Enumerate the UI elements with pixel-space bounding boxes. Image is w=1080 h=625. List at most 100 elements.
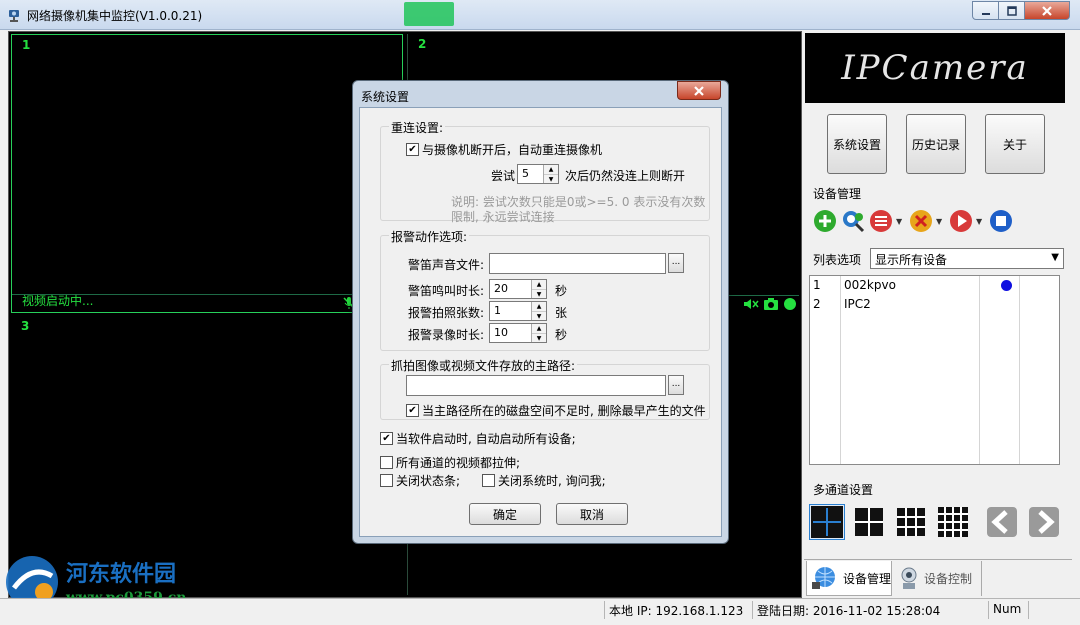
group-title: 报警动作选项: <box>389 228 470 245</box>
history-button[interactable]: 历史记录 <box>906 114 966 174</box>
about-button[interactable]: 关于 <box>985 114 1045 174</box>
spinner-arrows[interactable]: ▲ ▼ <box>531 324 546 342</box>
spin-down-icon[interactable]: ▼ <box>532 289 546 298</box>
checkbox-box[interactable]: ✔ <box>380 432 393 445</box>
alarm-record-label: 报警录像时长: <box>408 328 485 342</box>
device-name: IPC2 <box>844 297 871 311</box>
delete-device-button[interactable] <box>908 208 934 234</box>
device-row[interactable]: 2 IPC2 <box>810 295 1059 314</box>
spinner-arrows[interactable]: ▲ ▼ <box>543 165 558 183</box>
device-number: 1 <box>813 278 821 292</box>
spin-up-icon[interactable]: ▲ <box>544 165 558 174</box>
device-row[interactable]: 1 002kpvo <box>810 276 1059 295</box>
dialog-title: 系统设置 <box>361 90 410 104</box>
camera-app-icon <box>9 10 19 22</box>
layout-4x4-button[interactable] <box>935 504 971 540</box>
checkbox-label: 当软件启动时, 自动启动所有设备; <box>396 432 576 446</box>
chevron-down-icon[interactable]: ▼ <box>896 217 906 226</box>
cell-number: 2 <box>418 37 427 51</box>
edit-device-button[interactable] <box>868 208 894 234</box>
spinner-value: 10 <box>494 326 508 339</box>
alarm-photo-label: 报警拍照张数: <box>408 306 485 320</box>
close-icon <box>1042 5 1052 16</box>
start-device-button[interactable] <box>948 208 974 234</box>
sound-file-input[interactable] <box>489 253 666 274</box>
tab-device-mgmt[interactable]: 设备管理 <box>806 561 892 596</box>
spinner-value: 5 <box>522 167 529 180</box>
maximize-icon <box>1006 5 1017 16</box>
grid-2x2-icon <box>811 506 843 538</box>
checkbox-box[interactable]: ✔ <box>406 404 419 417</box>
tab-device-control[interactable]: 设备控制 <box>894 561 982 596</box>
layout-3x3-button[interactable] <box>893 504 929 540</box>
record-status-icon[interactable] <box>783 297 797 311</box>
right-panel: IPCamera 系统设置 历史记录 关于 设备管理 ▼ ▼ ▼ 列表选项 显示… <box>804 31 1072 598</box>
alarm-photo-spinner[interactable]: 1 ▲ ▼ <box>489 301 547 321</box>
stretch-all-checkbox[interactable]: 所有通道的视频都拉伸; <box>380 454 520 471</box>
spin-down-icon[interactable]: ▼ <box>532 311 546 320</box>
search-device-button[interactable] <box>840 208 866 234</box>
browse-path-button[interactable]: ... <box>668 375 684 395</box>
spinner-arrows[interactable]: ▲ ▼ <box>531 302 546 320</box>
minimize-icon <box>981 12 990 15</box>
storage-path-input[interactable] <box>406 375 666 396</box>
dialog-close-button[interactable] <box>677 81 721 100</box>
chevron-down-icon: ▼ <box>1051 252 1059 263</box>
checkbox-box[interactable] <box>482 474 495 487</box>
close-status-checkbox[interactable]: 关闭状态条; <box>380 472 460 489</box>
add-icon <box>814 210 836 232</box>
device-name: 002kpvo <box>844 278 896 292</box>
ok-button[interactable]: 确定 <box>469 503 541 525</box>
spin-down-icon[interactable]: ▼ <box>544 174 558 183</box>
alarm-record-spinner[interactable]: 10 ▲ ▼ <box>489 323 547 343</box>
system-settings-button[interactable]: 系统设置 <box>827 114 887 174</box>
local-ip: 本地 IP: 192.168.1.123 <box>604 601 752 619</box>
speaker-muted-icon[interactable] <box>743 297 759 311</box>
tab-label: 设备管理 <box>843 571 892 586</box>
video-cell-1[interactable]: 1 视频启动中... <box>11 34 403 313</box>
auto-start-all-checkbox[interactable]: ✔ 当软件启动时, 自动启动所有设备; <box>380 430 576 447</box>
cell-number: 1 <box>22 38 31 52</box>
device-list[interactable]: 1 002kpvo 2 IPC2 <box>809 275 1060 465</box>
stop-device-button[interactable] <box>988 208 1014 234</box>
prev-page-button[interactable] <box>984 504 1020 540</box>
auto-reconnect-checkbox[interactable]: ✔ 与摄像机断开后，自动重连摄像机 <box>406 141 602 158</box>
cell-toolbar <box>743 297 797 311</box>
ask-on-close-checkbox[interactable]: 关闭系统时, 询问我; <box>482 472 606 489</box>
chevron-down-icon[interactable]: ▼ <box>976 217 986 226</box>
spin-up-icon[interactable]: ▲ <box>532 302 546 311</box>
retry-count-spinner[interactable]: 5 ▲ ▼ <box>517 164 559 184</box>
browse-sound-button[interactable]: ... <box>668 253 684 273</box>
spin-up-icon[interactable]: ▲ <box>532 280 546 289</box>
minimize-button[interactable] <box>972 1 999 20</box>
next-page-button[interactable] <box>1026 504 1062 540</box>
alarm-duration-label: 警笛鸣叫时长: <box>408 284 485 298</box>
checkbox-box[interactable] <box>380 456 393 469</box>
unit-seconds: 秒 <box>555 284 568 298</box>
online-status-icon <box>1001 280 1012 291</box>
checkbox-label: 与摄像机断开后，自动重连摄像机 <box>422 143 603 157</box>
close-button[interactable] <box>1024 1 1070 20</box>
try-suffix: 次后仍然没连上则断开 <box>565 169 686 183</box>
spinner-arrows[interactable]: ▲ ▼ <box>531 280 546 298</box>
checkbox-box[interactable] <box>380 474 393 487</box>
grid-2x2-icon <box>855 508 883 536</box>
alarm-duration-spinner[interactable]: 20 ▲ ▼ <box>489 279 547 299</box>
delete-oldest-checkbox[interactable]: ✔ 当主路径所在的磁盘空间不足时, 删除最早产生的文件 <box>406 402 706 419</box>
add-device-button[interactable] <box>812 208 838 234</box>
cancel-button[interactable]: 取消 <box>556 503 628 525</box>
spin-down-icon[interactable]: ▼ <box>532 333 546 342</box>
checkbox-box[interactable]: ✔ <box>406 143 419 156</box>
maximize-button[interactable] <box>998 1 1025 20</box>
group-title: 抓拍图像或视频文件存放的主路径: <box>389 357 578 374</box>
list-option-label: 列表选项 <box>813 253 862 267</box>
spin-up-icon[interactable]: ▲ <box>532 324 546 333</box>
list-option-select[interactable]: 显示所有设备 ▼ <box>870 248 1064 269</box>
snapshot-icon[interactable] <box>763 297 779 311</box>
unit-sheets: 张 <box>555 306 568 320</box>
layout-3plus-button[interactable] <box>851 504 887 540</box>
search-device-icon <box>843 211 865 233</box>
chevron-down-icon[interactable]: ▼ <box>936 217 946 226</box>
close-icon <box>694 85 704 96</box>
layout-1x1-button[interactable] <box>809 504 845 540</box>
